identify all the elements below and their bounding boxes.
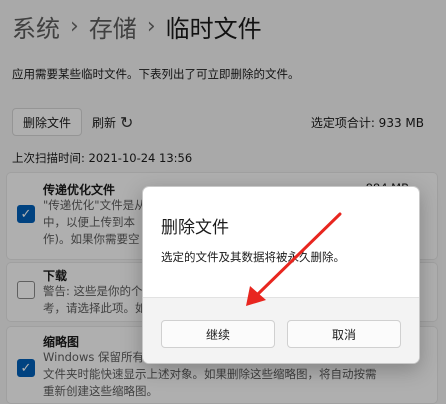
cancel-button[interactable]: 取消 <box>287 320 401 348</box>
dialog-title: 删除文件 <box>161 218 229 238</box>
continue-button[interactable]: 继续 <box>161 320 275 348</box>
delete-files-dialog: 删除文件 选定的文件及其数据将被永久删除。 继续 取消 <box>142 186 420 364</box>
dialog-message: 选定的文件及其数据将被永久删除。 <box>161 250 345 264</box>
dialog-footer: 继续 取消 <box>143 297 419 363</box>
